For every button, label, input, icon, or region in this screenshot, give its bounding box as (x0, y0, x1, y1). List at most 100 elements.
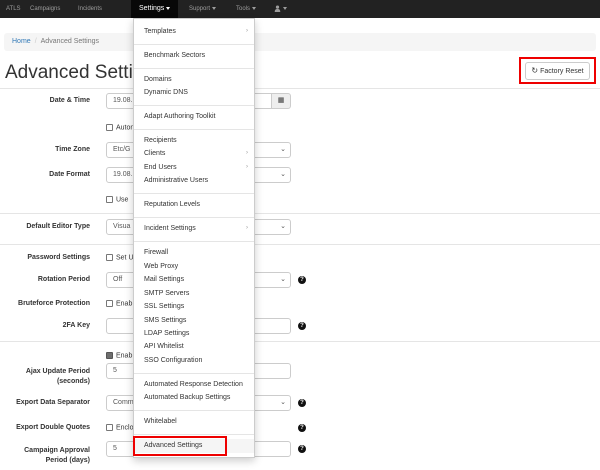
password-settings-checkbox-label: Set U (116, 254, 134, 262)
twofa-key-label: 2FA Key (62, 322, 90, 329)
submenu-arrow-icon: › (246, 225, 248, 231)
breadcrumb: Home / Advanced Settings (4, 33, 596, 51)
menu-item-automated-backup[interactable]: Automated Backup Settings (144, 394, 230, 401)
campaign-approval-label: Campaign Approval Period (days) (10, 446, 90, 466)
menu-item-domains[interactable]: Domains (144, 76, 172, 83)
user-icon (274, 5, 281, 12)
menu-item-adapt-authoring[interactable]: Adapt Authoring Toolkit (144, 113, 215, 120)
checkbox-box (106, 196, 113, 203)
menu-item-smtp-servers[interactable]: SMTP Servers (144, 290, 189, 297)
menu-item-dynamic-dns[interactable]: Dynamic DNS (144, 89, 188, 96)
menu-item-clients[interactable]: Clients (144, 150, 165, 157)
auto-checkbox-label: Auton (116, 124, 135, 132)
default-editor-value: Visua (113, 223, 131, 230)
checkbox-box (106, 254, 113, 261)
menu-item-web-proxy[interactable]: Web Proxy (144, 263, 178, 270)
top-navbar: ATLS Campaigns Incidents Settings Suppor… (0, 0, 600, 18)
help-icon[interactable]: ? (298, 445, 306, 453)
ajax-enable-label: Enab (116, 352, 133, 360)
ajax-period-label-line1: Ajax Update Period (25, 368, 90, 375)
brand-logo[interactable]: ATLS (6, 0, 21, 18)
chevron-down-icon: ⌄ (280, 223, 286, 230)
breadcrumb-separator: / (34, 38, 37, 45)
menu-item-recipients[interactable]: Recipients (144, 137, 177, 144)
menu-item-ldap-settings[interactable]: LDAP Settings (144, 330, 189, 337)
nav-incidents[interactable]: Incidents (78, 0, 102, 18)
menu-item-api-whitelist[interactable]: API Whitelist (144, 343, 184, 350)
highlight-box-advanced-settings (133, 436, 227, 456)
password-settings-checkbox[interactable]: Set U (106, 254, 134, 261)
menu-item-reputation-levels[interactable]: Reputation Levels (144, 201, 200, 208)
menu-item-automated-response[interactable]: Automated Response Detection (144, 381, 243, 388)
settings-dropdown-menu: Templates › Benchmark Sectors Domains Dy… (133, 18, 255, 458)
menu-item-templates[interactable]: Templates (144, 28, 176, 35)
nav-user[interactable] (274, 0, 287, 18)
menu-divider (134, 410, 254, 411)
checkbox-box (106, 424, 113, 431)
export-quotes-checkbox[interactable]: Enclo (106, 424, 134, 431)
divider (0, 213, 600, 214)
menu-divider (134, 68, 254, 69)
use-checkbox-label: Use (116, 196, 129, 204)
export-quotes-label: Export Double Quotes (16, 424, 90, 431)
chevron-down-icon: ⌄ (280, 171, 286, 178)
menu-divider (134, 193, 254, 194)
date-format-label: Date Format (49, 171, 90, 178)
menu-item-whitelabel[interactable]: Whitelabel (144, 418, 177, 425)
nav-tools[interactable]: Tools (236, 0, 257, 18)
submenu-arrow-icon: › (246, 164, 248, 170)
nav-support[interactable]: Support (189, 0, 217, 18)
submenu-arrow-icon: › (246, 28, 248, 34)
menu-divider (134, 105, 254, 106)
menu-item-firewall[interactable]: Firewall (144, 249, 168, 256)
help-icon[interactable]: ? (298, 322, 306, 330)
caret-down-icon (212, 6, 217, 10)
password-settings-label: Password Settings (27, 254, 90, 261)
time-zone-value: Etc/G (113, 146, 131, 153)
calendar-icon[interactable]: ▦ (271, 93, 291, 109)
caret-down-icon (166, 6, 171, 10)
bruteforce-checkbox[interactable]: Enab (106, 300, 132, 307)
help-icon[interactable]: ? (298, 276, 306, 284)
menu-item-benchmark-sectors[interactable]: Benchmark Sectors (144, 52, 205, 59)
time-zone-label: Time Zone (55, 146, 90, 153)
divider (0, 341, 600, 342)
export-quotes-checkbox-label: Enclo (116, 424, 134, 432)
menu-item-incident-settings[interactable]: Incident Settings (144, 225, 196, 232)
date-format-value: 19.08. (113, 171, 133, 178)
caret-down-icon (252, 6, 257, 10)
use-checkbox[interactable]: Use (106, 196, 128, 203)
nav-settings-label: Settings (139, 5, 165, 12)
menu-divider (134, 217, 254, 218)
rotation-period-value: Off (113, 276, 123, 283)
menu-item-sms-settings[interactable]: SMS Settings (144, 317, 186, 324)
help-icon[interactable]: ? (298, 424, 306, 432)
menu-item-administrative-users[interactable]: Administrative Users (144, 177, 208, 184)
page-title: Advanced Settings (5, 62, 140, 83)
rotation-period-label: Rotation Period (37, 276, 90, 283)
menu-divider (134, 241, 254, 242)
menu-item-end-users[interactable]: End Users (144, 164, 177, 171)
menu-item-mail-settings[interactable]: Mail Settings (144, 276, 184, 283)
export-separator-label: Export Data Separator (16, 399, 90, 406)
ajax-enable-checkbox[interactable]: Enab (106, 352, 132, 359)
divider (0, 88, 600, 89)
auto-checkbox[interactable]: Auton (106, 124, 134, 131)
nav-campaigns[interactable]: Campaigns (30, 0, 60, 18)
chevron-down-icon: ⌄ (280, 146, 286, 153)
campaign-approval-label-line2: Period (days) (45, 457, 90, 464)
menu-item-sso-configuration[interactable]: SSO Configuration (144, 357, 202, 364)
help-icon[interactable]: ? (298, 399, 306, 407)
menu-item-ssl-settings[interactable]: SSL Settings (144, 303, 184, 310)
breadcrumb-home[interactable]: Home (12, 38, 31, 45)
bruteforce-checkbox-label: Enab (116, 300, 133, 308)
campaign-approval-label-line1: Campaign Approval (24, 447, 90, 454)
menu-divider (134, 373, 254, 374)
nav-settings[interactable]: Settings (131, 0, 179, 18)
checkbox-box (106, 124, 113, 131)
checkbox-box (106, 300, 113, 307)
ajax-period-label: Ajax Update Period (seconds) (10, 367, 90, 387)
menu-divider (134, 44, 254, 45)
submenu-arrow-icon: › (246, 150, 248, 156)
default-editor-label: Default Editor Type (26, 223, 90, 230)
